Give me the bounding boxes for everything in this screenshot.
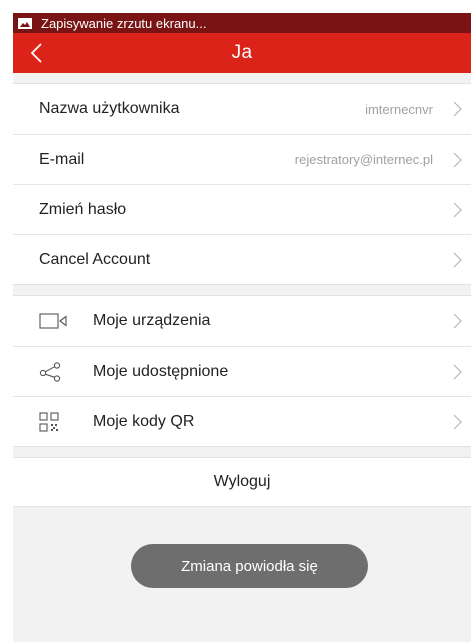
my-qr-codes-row[interactable]: Moje kody QR	[13, 396, 471, 446]
devices-section: Moje urządzenia Moje udostępnione Moje k…	[13, 295, 471, 447]
share-icon	[39, 361, 69, 383]
username-label: Nazwa użytkownika	[39, 100, 180, 117]
change-password-row[interactable]: Zmień hasło	[13, 184, 471, 234]
qr-code-icon	[39, 411, 69, 433]
success-toast: Zmiana powiodła się	[131, 544, 368, 588]
logout-label: Wyloguj	[213, 473, 271, 490]
phone-screen: Zapisywanie zrzutu ekranu... Ja Nazwa uż…	[13, 13, 471, 642]
account-section: Nazwa użytkownika imternecnvr E-mail rej…	[13, 83, 471, 285]
image-notification-icon	[18, 17, 32, 29]
cancel-account-label: Cancel Account	[39, 250, 151, 268]
logout-button[interactable]: Wyloguj	[13, 457, 471, 507]
username-row[interactable]: Nazwa użytkownika imternecnvr	[13, 84, 471, 134]
chevron-right-icon	[453, 364, 462, 380]
notification-text: Zapisywanie zrzutu ekranu...	[41, 15, 207, 31]
my-devices-row[interactable]: Moje urządzenia	[13, 296, 471, 346]
page-title: Ja	[231, 42, 253, 63]
toast-text: Zmiana powiodła się	[181, 557, 318, 575]
status-bar: Zapisywanie zrzutu ekranu...	[13, 13, 471, 33]
chevron-right-icon	[453, 101, 462, 117]
camera-icon	[39, 310, 69, 332]
email-label: E-mail	[39, 150, 85, 168]
back-arrow-icon[interactable]	[27, 42, 49, 64]
my-devices-label: Moje urządzenia	[93, 312, 211, 329]
my-qr-codes-label: Moje kody QR	[93, 412, 195, 430]
chevron-right-icon	[453, 252, 462, 268]
chevron-right-icon	[453, 313, 462, 329]
email-row[interactable]: E-mail rejestratory@internec.pl	[13, 134, 471, 184]
username-value: imternecnvr	[365, 101, 433, 117]
chevron-right-icon	[453, 414, 462, 430]
cancel-account-row[interactable]: Cancel Account	[13, 234, 471, 284]
chevron-right-icon	[453, 152, 462, 168]
my-shared-label: Moje udostępnione	[93, 362, 229, 380]
change-password-label: Zmień hasło	[39, 200, 127, 218]
app-bar: Ja	[13, 33, 471, 73]
chevron-right-icon	[453, 202, 462, 218]
email-value: rejestratory@internec.pl	[294, 152, 433, 167]
my-shared-row[interactable]: Moje udostępnione	[13, 346, 471, 396]
